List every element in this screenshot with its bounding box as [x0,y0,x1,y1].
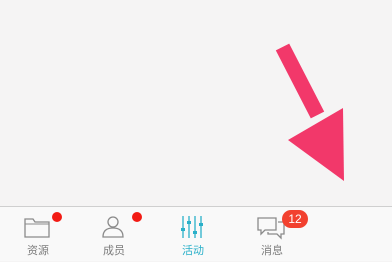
tab-resources[interactable]: 资源 [0,207,76,262]
person-icon [102,216,124,238]
tab-label-messages: 消息 [261,244,283,257]
sliders-icon [181,216,203,238]
folder-icon [24,218,50,238]
tab-label-activity: 活动 [182,244,204,257]
tab-members[interactable]: 成员 [76,207,152,262]
notification-dot [132,212,142,222]
arrow-shaft [275,43,325,119]
bottom-tab-bar: 资源 成员 活动 消息 12 [0,206,392,261]
tab-label-members: 成员 [103,244,125,257]
tab-label-resources: 资源 [27,244,49,257]
tab-activity[interactable]: 活动 [155,207,231,262]
unread-count-badge: 12 [282,210,308,228]
annotation-arrow-icon [275,43,344,181]
arrow-head [288,108,344,181]
notification-dot [52,212,62,222]
